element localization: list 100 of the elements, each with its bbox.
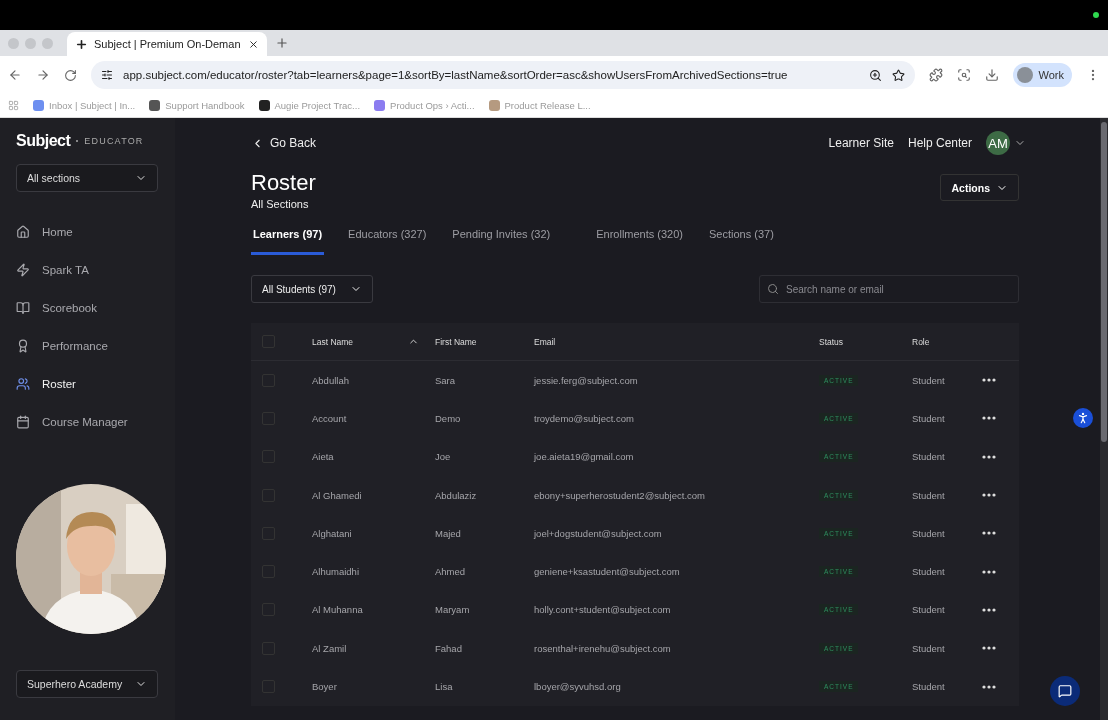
nav-item[interactable]: Home [16,214,159,250]
new-tab-icon[interactable] [275,36,289,50]
download-icon[interactable] [984,68,999,82]
scrollbar-thumb[interactable] [1101,122,1107,442]
table-cell-text: Lisa [435,681,454,692]
more-icon [982,378,996,383]
table-cell-text: Demo [435,412,462,424]
table-cell-text: joe.aieta19@gmail.com [534,451,635,463]
page-title: Roster [251,170,316,196]
table-cell-text: Student [912,527,946,539]
table-cell-text: Student [912,451,946,463]
chat-icon [1058,684,1072,698]
more-icon [982,684,996,689]
home-icon [16,225,30,239]
close-icon[interactable] [248,38,259,50]
calendar-icon [16,415,30,429]
table-cell-text: Student [912,489,946,501]
table-cell-text: geniene+ksastudent@subject.com [534,566,681,578]
book-icon [16,301,30,315]
accessibility-button[interactable] [1073,408,1093,428]
nav-item[interactable]: Course Manager [16,404,159,440]
user-avatar[interactable]: AM [986,131,1010,155]
column-header[interactable]: Status [819,336,912,347]
table-cell-text: troydemo@subject.com [534,412,635,424]
section-select[interactable]: All sections [16,164,158,192]
table-cell-text: holly.cont+student@subject.com [534,604,672,616]
table-cell-text: Student [912,412,946,424]
plus-icon [75,37,88,51]
tab[interactable]: Learners (97) [251,224,325,255]
table-cell-text: Joe [435,451,452,463]
nav-item[interactable]: Spark TA [16,252,159,288]
table-cell-text: Majed [435,527,462,539]
back-icon[interactable] [8,68,22,82]
table-cell-text: Ahmed [435,566,467,578]
table-cell-text: Student [912,566,946,578]
address-bar[interactable]: app.subject.com/educator/roster?tab=learners&page=1&sortBy=lastName&sortOrder=asc&showUsersFromArchivedSections=true [91,61,915,89]
tab[interactable]: Sections (37) [707,224,776,255]
zoom-icon[interactable] [868,68,882,82]
table-cell-text: Alhumaidhi [312,566,360,578]
tab[interactable]: Enrollments (320) [594,224,686,255]
medal-icon [16,339,30,353]
browser-tab[interactable]: Subject | Premium On-Deman [67,32,267,56]
table-cell-text: lboyer@syvuhsd.org [534,681,622,692]
organization-select[interactable]: Superhero Academy [16,670,158,698]
table-cell-text: Student [912,604,946,616]
column-header[interactable]: Last Name [312,336,435,347]
table-cell-text: Al Zamil [312,642,348,654]
table-cell-text: ebony+superherostudent2@subject.com [534,489,706,501]
search-field[interactable]: Search name or email [759,275,1019,303]
profile-button[interactable]: Work [1012,63,1072,87]
more-icon [982,531,996,536]
more-icon [982,607,996,612]
table-cell-text: rosenthal+irenehu@subject.com [534,642,672,654]
table-cell-text: Alghatani [312,527,353,539]
forward-icon[interactable] [36,68,50,82]
more-icon [982,569,996,574]
table-cell-text: Abdulaziz [435,489,478,501]
nav-item[interactable]: Scorebook [16,290,159,326]
more-icon [982,416,996,421]
table-cell-text: Al Muhanna [312,604,364,616]
table-cell-text: Fahad [435,642,463,654]
star-icon[interactable] [891,68,905,82]
column-header[interactable]: Email [534,336,819,347]
tab[interactable]: Pending Invites (32) [450,224,553,255]
table-cell-text: Sara [435,374,457,386]
nav-item[interactable]: Performance [16,328,159,364]
recording-dot-icon [1093,12,1099,18]
header-link[interactable]: Help Center [907,136,972,150]
extensions-icon[interactable] [928,68,943,82]
logo: Subject [16,132,71,150]
more-icon [982,454,996,459]
product-label: EDUCATOR [84,136,144,146]
nav-item[interactable]: Roster [16,366,159,402]
students-filter[interactable]: All Students (97) [251,275,373,303]
users-icon [16,377,30,391]
tab[interactable]: Educators (327) [346,224,429,255]
accessibility-icon [1076,411,1090,425]
site-settings-icon[interactable] [101,69,113,81]
table-cell-text: jessie.ferg@subject.com [534,374,639,386]
table-cell-text: Boyer [312,681,338,692]
screen-search-icon[interactable] [956,68,971,82]
column-header[interactable]: First Name [435,336,534,347]
page-subtitle: All Sections [251,198,310,210]
more-icon [982,646,996,651]
column-header[interactable]: Role [912,336,982,347]
table-cell-text: Student [912,681,946,692]
table-cell-text: Account [312,412,348,424]
header-link[interactable]: Learner Site [828,136,894,150]
table-cell-text: Abdullah [312,374,350,386]
back-link[interactable]: Go Back [251,136,317,150]
table-cell-text: Aieta [312,451,335,463]
lightning-icon [16,263,30,277]
chat-button[interactable] [1050,676,1080,706]
search-icon [767,283,779,295]
table-cell-text: Maryam [435,604,471,616]
avatar-icon [1016,67,1033,83]
reload-icon[interactable] [64,68,77,82]
table-cell-text: Student [912,374,946,386]
more-icon [982,493,996,498]
actions-button[interactable]: Actions [940,174,1019,201]
